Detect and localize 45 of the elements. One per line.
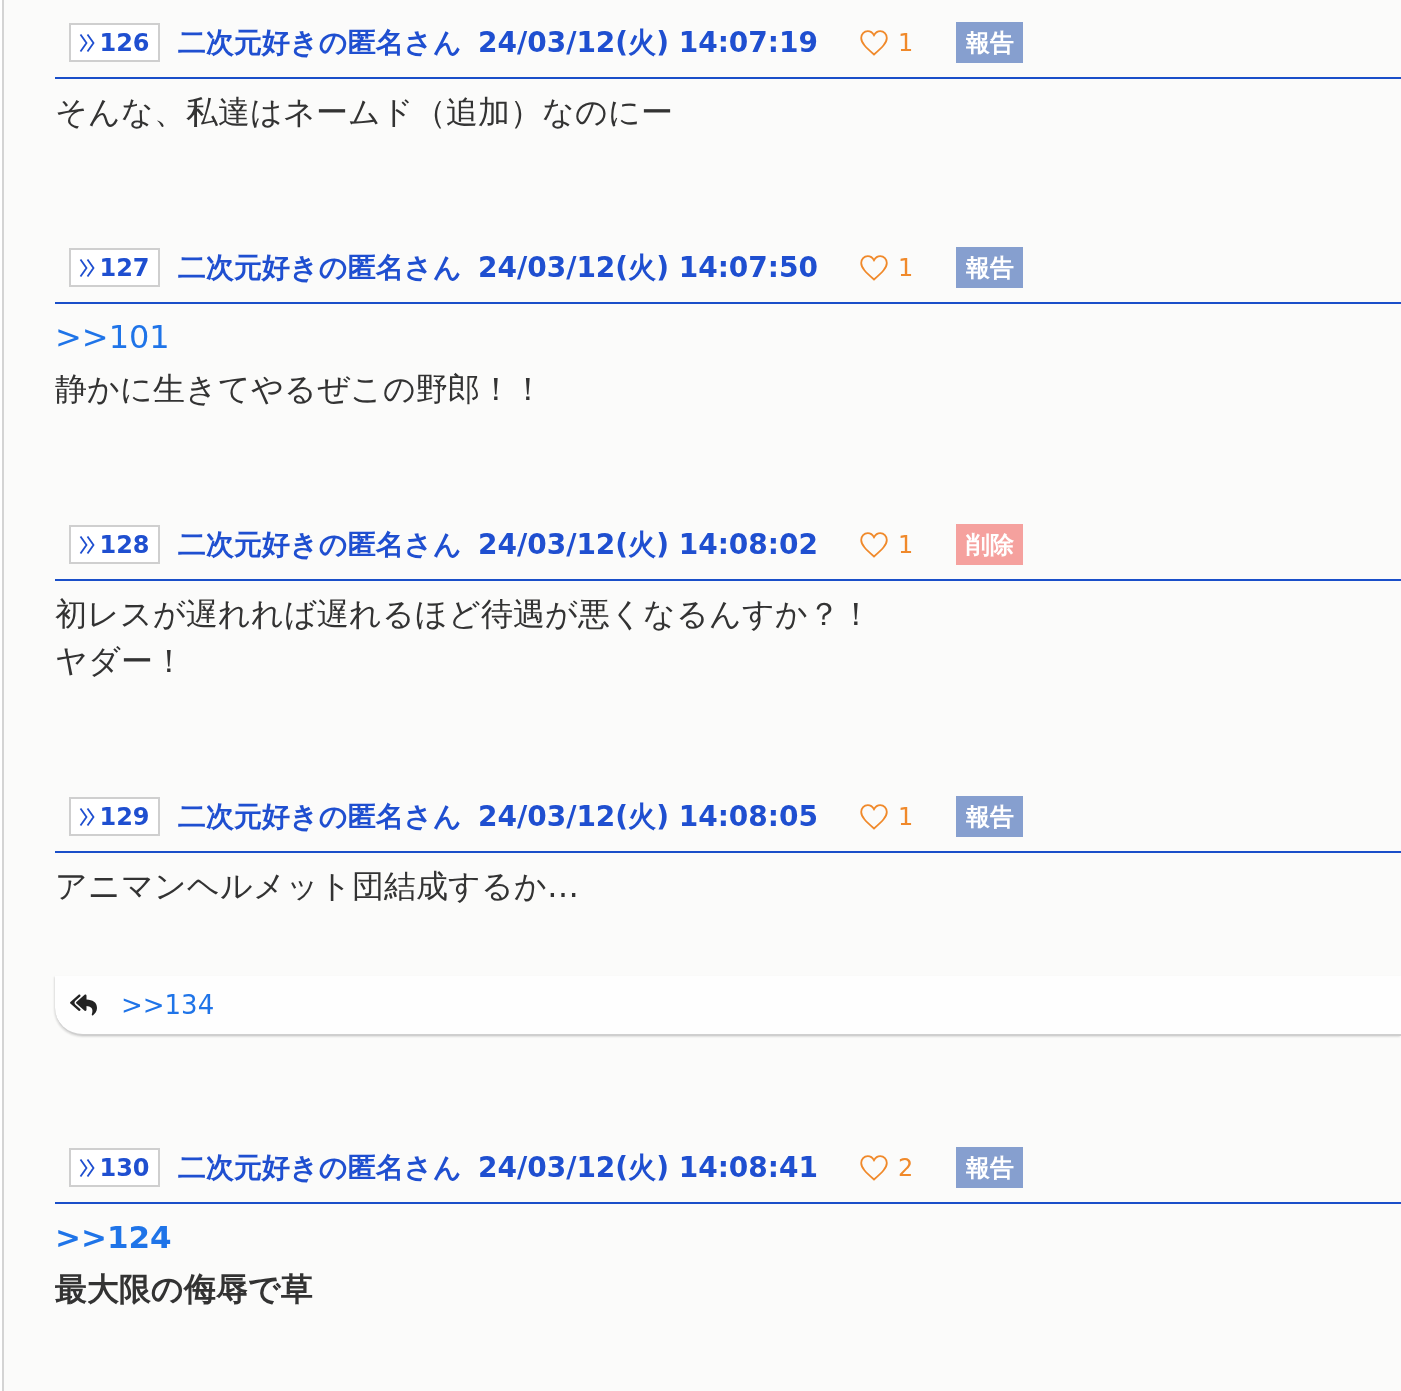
like-button[interactable]: 2 xyxy=(860,1149,914,1186)
heart-icon xyxy=(860,29,888,56)
report-button[interactable]: 報告 xyxy=(956,22,1023,63)
double-chevron-icon xyxy=(79,257,97,278)
post-date: 24/03/12(火) 14:08:41 xyxy=(478,1149,819,1186)
post-number-button[interactable]: 129 xyxy=(69,797,160,836)
heart-icon xyxy=(860,1154,888,1181)
heart-icon xyxy=(860,803,888,830)
reply-link[interactable]: >>134 xyxy=(121,985,215,1025)
post-number-button[interactable]: 127 xyxy=(69,248,160,287)
poster-name: 二次元好きの匿名さん xyxy=(178,798,463,835)
post-number-button[interactable]: 130 xyxy=(69,1148,160,1187)
like-button[interactable]: 1 xyxy=(860,798,914,835)
reply-all-icon xyxy=(70,993,97,1017)
heart-icon xyxy=(860,254,888,281)
post-number-button[interactable]: 128 xyxy=(69,525,160,564)
post-text: アニマンヘルメット団結成するか… xyxy=(55,866,580,907)
double-chevron-icon xyxy=(79,806,97,827)
heart-icon xyxy=(860,531,888,558)
post-text: そんな、私達はネームド（追加）なのにー xyxy=(55,92,674,133)
report-button[interactable]: 報告 xyxy=(956,796,1023,837)
double-chevron-icon xyxy=(79,1157,97,1178)
post-text: 静かに生きてやるぜこの野郎！！ xyxy=(55,369,545,410)
double-chevron-icon xyxy=(79,534,97,555)
poster-name: 二次元好きの匿名さん xyxy=(178,24,463,61)
delete-button[interactable]: 削除 xyxy=(956,524,1023,565)
poster-name: 二次元好きの匿名さん xyxy=(178,1149,463,1186)
post-text: 初レスが遅れれば遅れるほど待遇が悪くなるんすか？！ xyxy=(55,594,873,635)
post-date: 24/03/12(火) 14:08:02 xyxy=(478,526,819,563)
anchor-link[interactable]: >>124 xyxy=(55,1219,172,1255)
double-chevron-icon xyxy=(79,32,97,53)
post-text: ヤダー！ xyxy=(55,641,186,682)
post-number-button[interactable]: 126 xyxy=(69,23,160,62)
like-button[interactable]: 1 xyxy=(860,24,914,61)
report-button[interactable]: 報告 xyxy=(956,247,1023,288)
post-date: 24/03/12(火) 14:07:50 xyxy=(478,249,819,286)
post-date: 24/03/12(火) 14:08:05 xyxy=(478,798,819,835)
like-button[interactable]: 1 xyxy=(860,249,914,286)
poster-name: 二次元好きの匿名さん xyxy=(178,526,463,563)
anchor-link[interactable]: >>101 xyxy=(55,318,170,356)
report-button[interactable]: 報告 xyxy=(956,1147,1023,1188)
post-text: 最大限の侮辱で草 xyxy=(55,1269,314,1310)
like-button[interactable]: 1 xyxy=(860,526,914,563)
poster-name: 二次元好きの匿名さん xyxy=(178,249,463,286)
post-date: 24/03/12(火) 14:07:19 xyxy=(478,24,819,61)
